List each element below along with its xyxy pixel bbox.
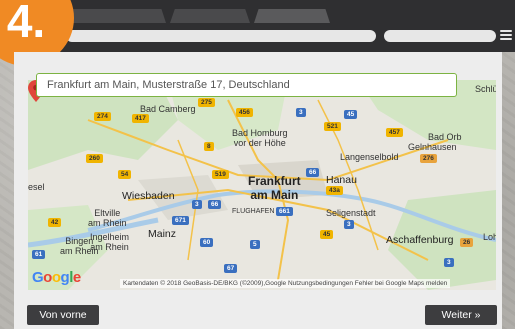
road-shield-3d: 3: [444, 258, 454, 267]
road-shield-45a: 45: [344, 110, 358, 119]
place-gelnhausen: Gelnhausen: [408, 142, 457, 152]
road-shield-3c: 3: [344, 220, 354, 229]
restart-button[interactable]: Von vorne: [27, 305, 99, 325]
place-schluchtern: Schlü: [475, 84, 496, 94]
place-seligenstadt: Seligenstadt: [326, 208, 376, 218]
place-mainz: Mainz: [148, 228, 177, 240]
road-shield-661: 661: [276, 207, 293, 216]
road-shield-274: 274: [94, 112, 111, 121]
road-shield-5: 5: [250, 240, 260, 249]
road-shield-66a: 66: [306, 168, 320, 177]
road-shield-521: 521: [324, 122, 341, 131]
place-eltville: Eltville am Rhein: [88, 208, 127, 228]
tab-step-4[interactable]: [254, 9, 330, 23]
place-bad-camberg: Bad Camberg: [140, 104, 196, 114]
place-bad-homburg: Bad Homburg vor der Höhe: [232, 128, 288, 148]
road-shield-417: 417: [132, 114, 149, 123]
next-button[interactable]: Weiter »: [425, 305, 497, 325]
road-shield-8: 8: [204, 142, 214, 151]
top-bar: [0, 0, 515, 52]
road-shield-457: 457: [386, 128, 403, 137]
road-shield-260: 260: [86, 154, 103, 163]
road-shield-66b: 66: [208, 200, 222, 209]
road-shield-456: 456: [236, 108, 253, 117]
map-attribution[interactable]: Kartendaten © 2018 GeoBasis-DE/BKG (©200…: [120, 279, 451, 288]
place-hanau: Hanau: [326, 174, 357, 186]
road-shield-60: 60: [200, 238, 214, 247]
road-shield-3b: 3: [192, 200, 202, 209]
road-shield-519: 519: [212, 170, 229, 179]
road-shield-671: 671: [172, 216, 189, 225]
place-frankfurt: Frankfurt am Main: [248, 174, 301, 202]
road-shield-43a: 43a: [326, 186, 343, 195]
road-shield-67: 67: [224, 264, 238, 273]
road-shield-26: 26: [460, 238, 474, 247]
google-logo: Google: [32, 269, 81, 286]
place-edge-west: esel: [28, 182, 45, 192]
road-shield-276: 276: [420, 154, 437, 163]
tab-step-3[interactable]: [170, 9, 250, 23]
address-search-input[interactable]: Frankfurt am Main, Musterstraße 17, Deut…: [36, 73, 457, 97]
road-shield-45b: 45: [320, 230, 334, 239]
place-langenselbold: Langenselbold: [340, 152, 399, 162]
tab-step-2[interactable]: [90, 9, 166, 23]
place-bingen: Bingen am Rhein: [60, 236, 99, 256]
map-view[interactable]: Bad Camberg Bad Homburg vor der Höhe Gel…: [28, 80, 496, 290]
menu-icon[interactable]: [500, 28, 512, 42]
progress-field-2: [384, 30, 496, 42]
road-shield-3a: 3: [296, 108, 306, 117]
progress-field-1: [66, 30, 376, 42]
road-shield-54: 54: [118, 170, 132, 179]
place-flughafen: FLUGHAFEN: [232, 208, 275, 215]
place-lohr: Loh: [483, 232, 496, 242]
place-wiesbaden: Wiesbaden: [122, 190, 175, 202]
road-shield-61: 61: [32, 250, 46, 259]
place-aschaffenburg: Aschaffenburg: [386, 234, 454, 246]
place-bad-orb: Bad Orb: [428, 132, 462, 142]
road-shield-275: 275: [198, 98, 215, 107]
road-shield-42: 42: [48, 218, 62, 227]
